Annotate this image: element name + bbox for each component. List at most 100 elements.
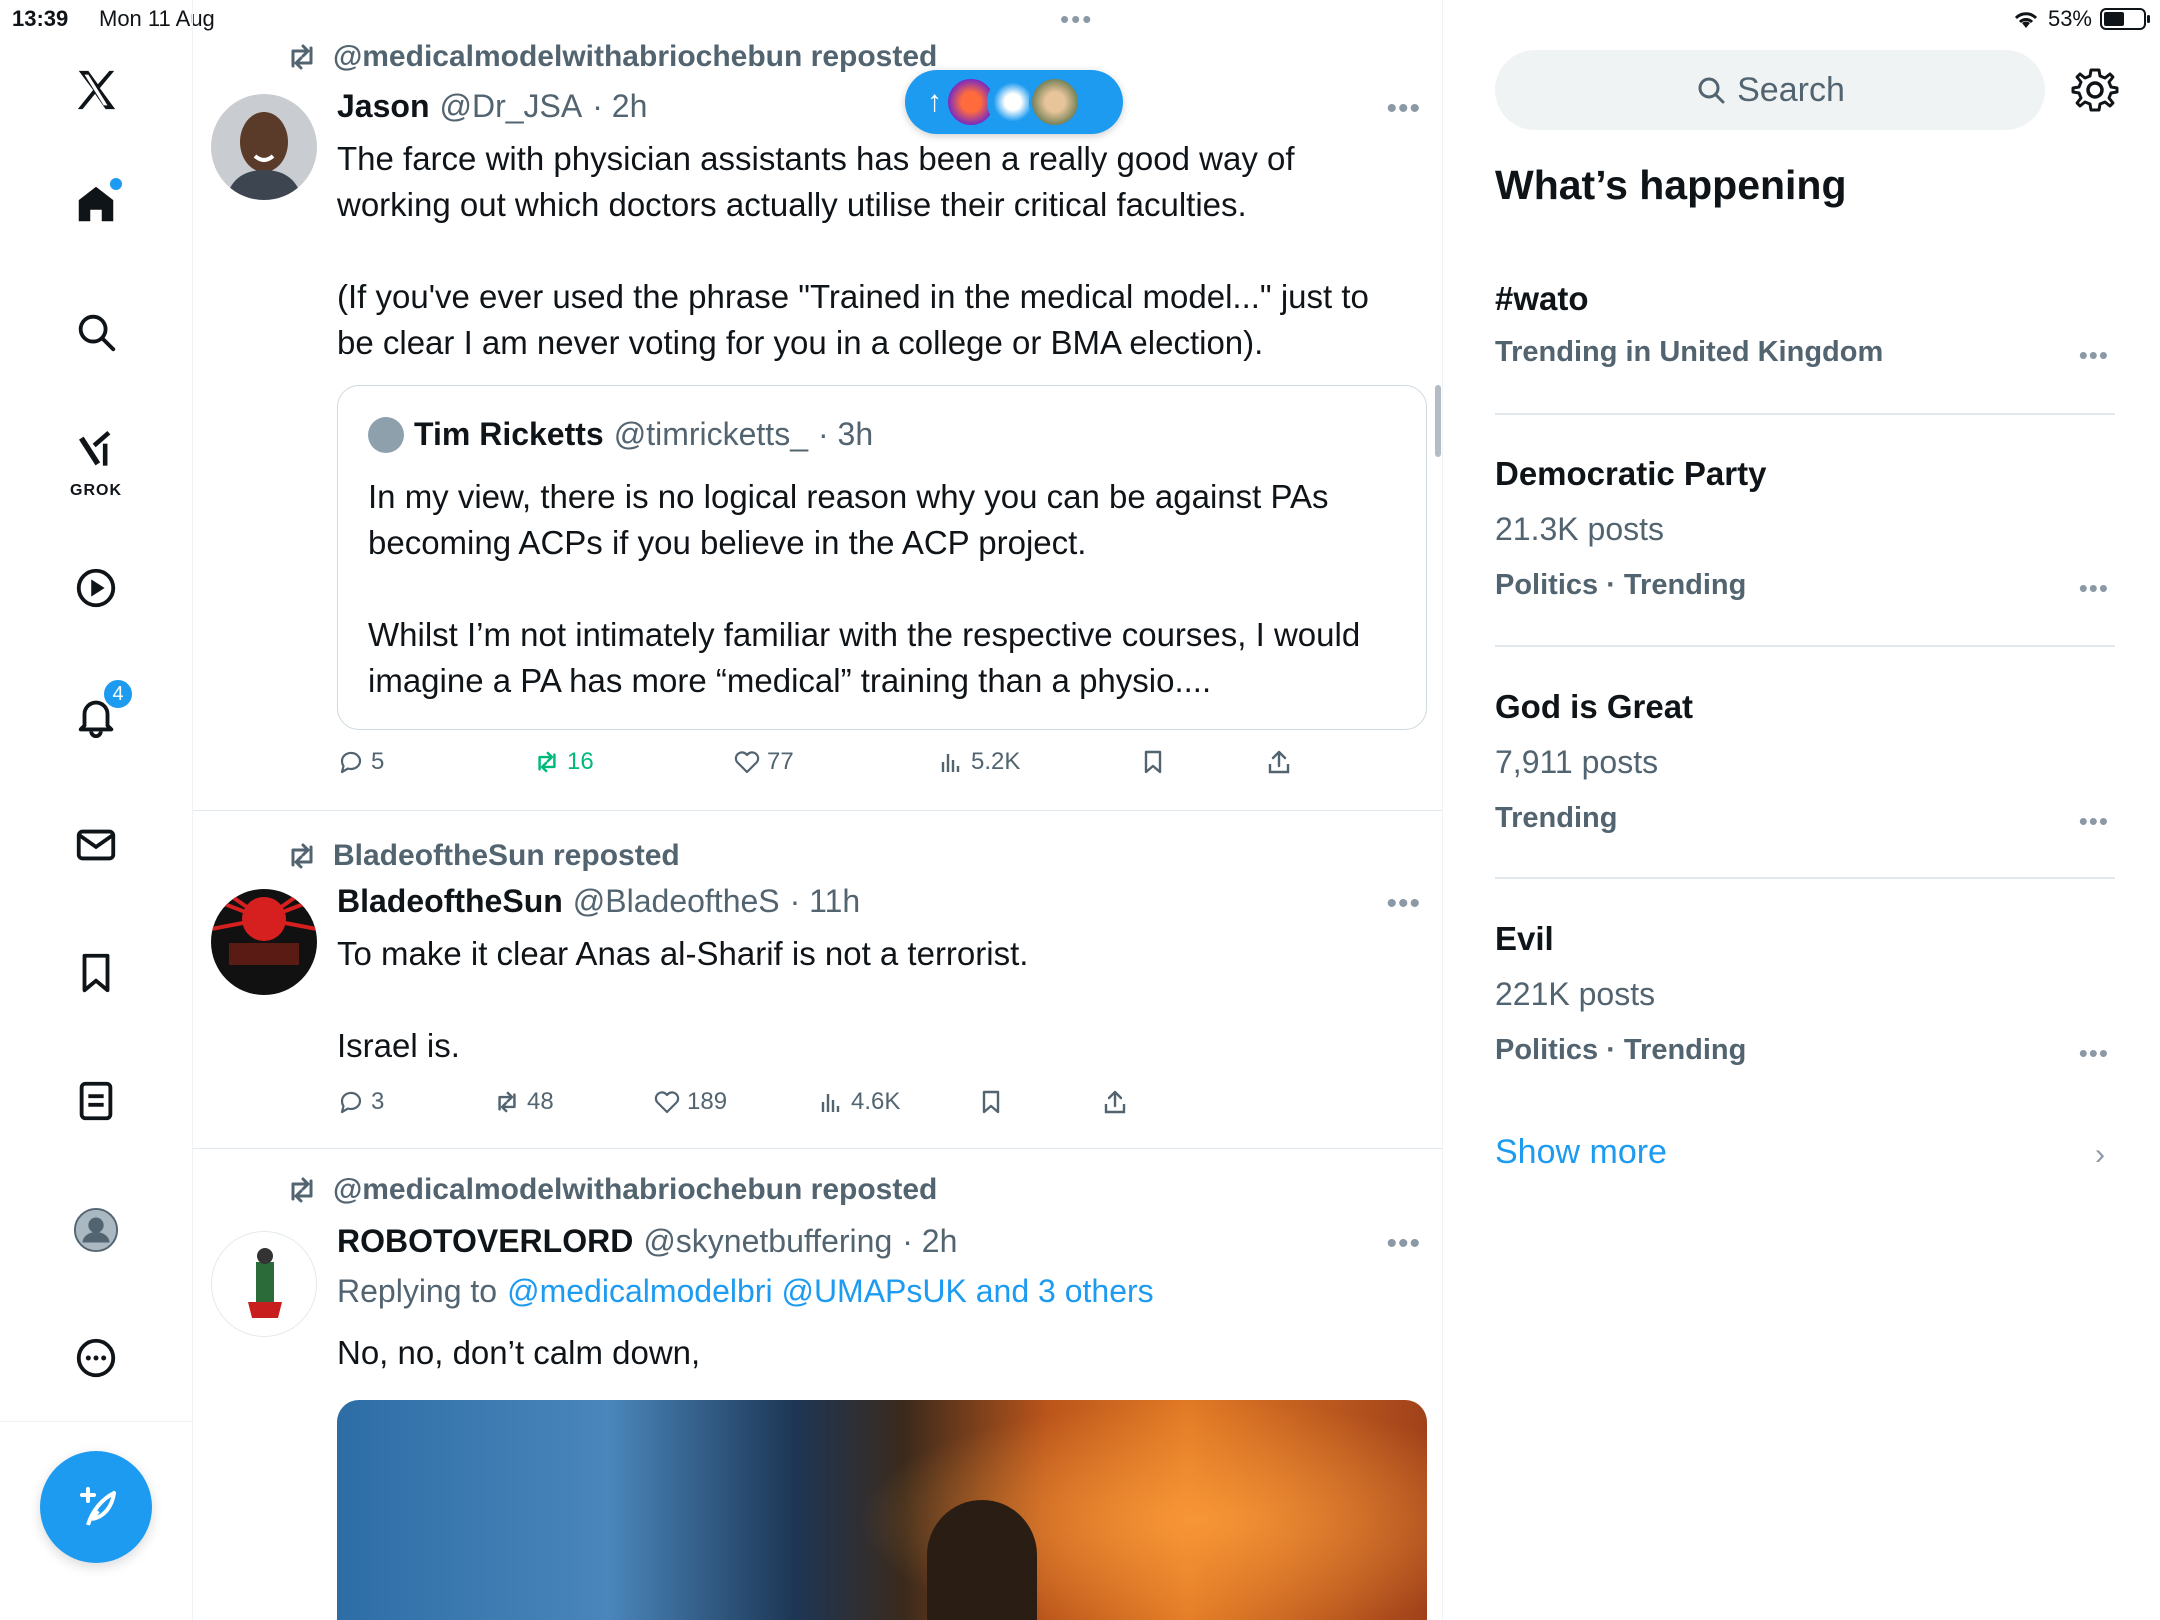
tweet-author-row: ROBOTOVERLORD @skynetbuffering · 2h (337, 1223, 957, 1260)
trend-item[interactable]: God is Great 7,911 posts Trending ••• (1495, 688, 2115, 848)
tweet-text: No, no, don’t calm down, (337, 1330, 1397, 1376)
replying-to-link[interactable]: @medicalmodelbri @UMAPsUK and 3 others (507, 1273, 1154, 1310)
quote-paragraph: Whilst I’m not intimately familiar with … (368, 616, 1361, 699)
bookmark-icon[interactable] (56, 933, 136, 1013)
tweet-time[interactable]: · 11h (790, 883, 861, 920)
video-icon[interactable] (56, 548, 136, 628)
like-count: 189 (687, 1088, 728, 1115)
quote-author-row: Tim Ricketts @timricketts_ · 3h (368, 416, 873, 453)
trend-meta: Politics · Trending (1495, 569, 1747, 601)
trend-item[interactable]: Evil 221K posts Politics · Trending ••• (1495, 920, 2115, 1080)
tweet-card[interactable]: BladeoftheSun reposted BladeoftheSun @Bl… (193, 811, 1442, 1149)
tweet-text: The farce with physician assistants has … (337, 136, 1397, 366)
trend-item[interactable]: #wato Trending in United Kingdom ••• (1495, 280, 2115, 390)
tweet-more-icon[interactable]: ••• (1386, 1227, 1421, 1261)
home-icon[interactable] (56, 164, 136, 244)
show-more-link[interactable]: Show more (1495, 1133, 1667, 1172)
trend-more-icon[interactable]: ••• (2079, 340, 2109, 371)
repost-indicator: @medicalmodelwithabriochebun reposted (285, 1173, 937, 1207)
tweet-paragraph: The farce with physician assistants has … (337, 140, 1295, 223)
trend-posts: 221K posts (1495, 976, 1656, 1012)
trend-meta: Politics · Trending (1495, 1034, 1747, 1066)
repost-icon (291, 1177, 313, 1203)
avatar[interactable] (211, 1231, 317, 1337)
more-icon[interactable] (56, 1318, 136, 1398)
quote-author-name: Tim Ricketts (414, 416, 604, 452)
gear-icon[interactable] (2071, 66, 2119, 114)
trend-more-icon[interactable]: ••• (2079, 806, 2109, 837)
repost-icon (498, 1091, 516, 1113)
bookmark-button[interactable] (1139, 748, 1167, 776)
repost-icon (291, 843, 313, 869)
repost-icon (538, 751, 556, 773)
quote-avatar (368, 416, 404, 453)
author-name[interactable]: Jason (337, 88, 429, 125)
tweet-paragraph: No, no, don’t calm down, (337, 1334, 701, 1371)
quote-paragraph: In my view, there is no logical reason w… (368, 478, 1329, 561)
new-post-avatar (1029, 76, 1081, 128)
repost-indicator: BladeoftheSun reposted (285, 839, 680, 873)
home-unread-dot (110, 178, 122, 190)
reply-button[interactable]: 3 (337, 1088, 384, 1116)
tweet-paragraph: (If you've ever used the phrase "Trained… (337, 278, 1369, 361)
tweet-media-image[interactable] (337, 1400, 1427, 1620)
trend-item[interactable]: Democratic Party 21.3K posts Politics · … (1495, 455, 2115, 615)
bookmark-button[interactable] (977, 1088, 1005, 1116)
new-posts-button[interactable]: ↑ (905, 70, 1123, 134)
repost-by-label[interactable]: @medicalmodelwithabriochebun reposted (333, 40, 937, 74)
repost-button[interactable]: 16 (533, 748, 594, 776)
replying-prefix: Replying to (337, 1273, 498, 1309)
tweet-author-row: Jason @Dr_JSA · 2h (337, 88, 647, 125)
repost-by-label[interactable]: BladeoftheSun reposted (333, 839, 680, 873)
like-button[interactable]: 189 (653, 1088, 727, 1116)
views-button[interactable]: 4.6K (817, 1088, 900, 1116)
tweet-more-icon[interactable]: ••• (1386, 92, 1421, 126)
notification-badge: 4 (102, 678, 134, 710)
timeline: @medicalmodelwithabriochebun reposted Ja… (193, 0, 1443, 1620)
views-button[interactable]: 5.2K (937, 748, 1020, 776)
x-logo-icon[interactable] (56, 50, 136, 130)
like-count: 77 (767, 748, 794, 775)
media-person (927, 1500, 1037, 1620)
repost-icon (291, 44, 313, 70)
compose-icon (80, 1487, 116, 1526)
scrollbar-thumb[interactable] (1435, 385, 1441, 457)
tweet-time[interactable]: · 2h (902, 1223, 957, 1260)
tweet-card[interactable]: @medicalmodelwithabriochebun reposted Ja… (193, 0, 1442, 811)
avatar[interactable] (211, 94, 317, 200)
trend-more-icon[interactable]: ••• (2079, 1038, 2109, 1069)
author-name[interactable]: BladeoftheSun (337, 883, 563, 920)
share-button[interactable] (1265, 748, 1293, 776)
bell-icon[interactable]: 4 (56, 676, 136, 756)
author-name[interactable]: ROBOTOVERLORD (337, 1223, 633, 1260)
list-icon[interactable] (56, 1061, 136, 1141)
trend-name: Evil (1495, 920, 1554, 957)
like-icon (734, 751, 760, 774)
views-count: 5.2K (971, 748, 1021, 775)
repost-count: 48 (527, 1088, 554, 1115)
reply-button[interactable]: 5 (337, 748, 384, 776)
like-button[interactable]: 77 (733, 748, 794, 776)
compose-button[interactable] (40, 1451, 152, 1563)
search-icon[interactable] (56, 292, 136, 372)
repost-button[interactable]: 48 (493, 1088, 554, 1116)
chevron-right-icon[interactable]: › (2095, 1138, 2105, 1172)
search-bar[interactable]: Search (1495, 50, 2045, 130)
share-button[interactable] (1101, 1088, 1129, 1116)
quoted-tweet[interactable]: Tim Ricketts @timricketts_ · 3h In my vi… (337, 385, 1427, 730)
author-handle[interactable]: @skynetbuffering (643, 1223, 892, 1260)
author-handle[interactable]: @Dr_JSA (439, 88, 582, 125)
tweet-author-row: BladeoftheSun @BladeoftheS · 11h (337, 883, 860, 920)
grok-icon[interactable]: GROK (56, 418, 136, 499)
nav-divider (0, 1421, 193, 1422)
search-placeholder: Search (1737, 70, 1845, 109)
mail-icon[interactable] (56, 805, 136, 885)
trend-more-icon[interactable]: ••• (2079, 573, 2109, 604)
author-handle[interactable]: @BladeoftheS (573, 883, 780, 920)
bookmark-icon (1144, 750, 1162, 774)
repost-by-label[interactable]: @medicalmodelwithabriochebun reposted (333, 1173, 937, 1207)
tweet-time[interactable]: · 2h (592, 88, 647, 125)
profile-icon[interactable] (56, 1190, 136, 1270)
tweet-more-icon[interactable]: ••• (1386, 887, 1421, 921)
avatar[interactable] (211, 889, 317, 995)
